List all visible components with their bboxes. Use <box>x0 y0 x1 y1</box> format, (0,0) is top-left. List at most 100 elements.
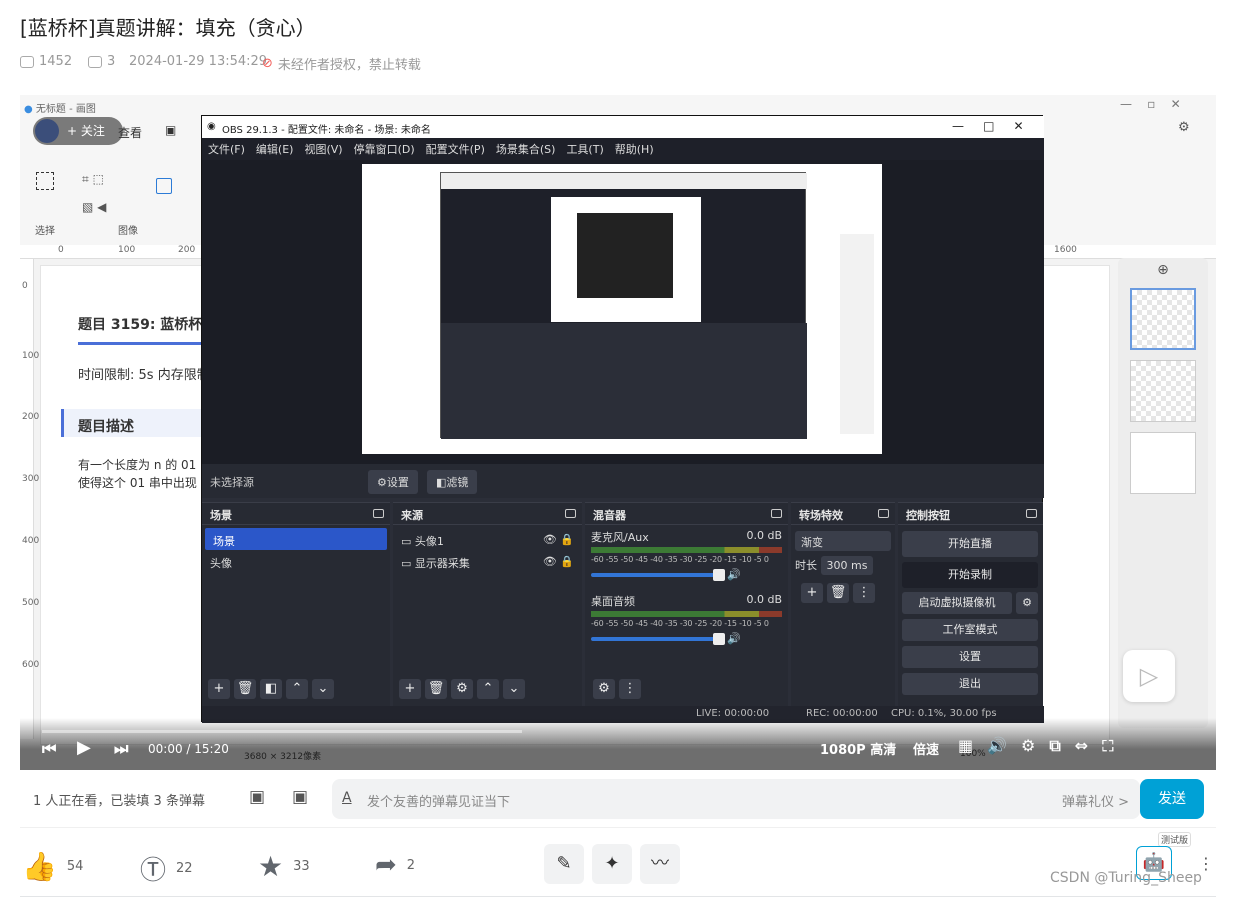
add-icon[interactable]: + <box>801 583 823 603</box>
title-underline <box>78 342 208 345</box>
obs-menu-edit[interactable]: 编辑(E) <box>256 141 294 157</box>
csdn-watermark: CSDN @Turing_Sheep <box>1050 870 1202 886</box>
share-icon: ➦ <box>375 850 397 880</box>
paint-menu-view[interactable]: 查看 <box>118 124 142 141</box>
thumbnail[interactable] <box>1130 288 1196 350</box>
preview-capture <box>362 164 882 454</box>
volume-slider[interactable] <box>591 568 725 581</box>
video-player[interactable]: ● 无标题 - 画图 — ▫ ✕ + 关注 查看 ▣ 选择 ⌗ ⬚ ▧ ◀ 图像 … <box>20 95 1216 770</box>
save-icon[interactable]: ▣ <box>165 123 176 137</box>
settings-icon[interactable]: ⚙ <box>1178 120 1190 135</box>
trash-icon[interactable]: 🗑 <box>827 583 849 603</box>
next-icon[interactable]: ⏭ <box>114 739 128 759</box>
chevron-up-icon[interactable]: ⌃ <box>477 679 499 699</box>
obs-menu-docks[interactable]: 停靠窗口(D) <box>354 141 415 157</box>
obs-menubar: 文件(F) 编辑(E) 视图(V) 停靠窗口(D) 配置文件(P) 场景集合(S… <box>202 138 1044 160</box>
thumbnail[interactable] <box>1130 432 1196 494</box>
avatar[interactable] <box>35 119 59 143</box>
image-resize-icon[interactable] <box>156 178 172 194</box>
studio-mode-button[interactable]: 工作室模式 <box>902 619 1038 641</box>
add-icon[interactable]: ⊕ <box>1118 258 1208 288</box>
chart-icon[interactable]: 〰 <box>640 844 680 884</box>
start-streaming-button[interactable]: 开始直播 <box>902 531 1038 557</box>
window-controls: — ▫ ✕ <box>1120 97 1181 111</box>
previous-icon[interactable]: ⏮ <box>42 739 56 759</box>
obs-menu-view[interactable]: 视图(V) <box>304 141 342 157</box>
chevron-down-icon[interactable]: ⌄ <box>312 679 334 699</box>
source-item[interactable]: ▭ 显示器采集 👁 🔒 <box>393 550 582 572</box>
edit-note-icon[interactable]: ✎ <box>544 844 584 884</box>
more-icon[interactable]: ⋮ <box>619 679 641 699</box>
gear-icon[interactable]: ⚙ <box>593 679 615 699</box>
obs-logo-icon: ◉ <box>207 121 216 132</box>
vertical-ruler: 0 100 200 300 400 500 600 <box>20 259 39 739</box>
favorite-button[interactable]: ★ 33 <box>258 850 310 883</box>
coin-button[interactable]: Ⓣ 22 <box>140 850 193 887</box>
chevron-down-icon[interactable]: ⌄ <box>503 679 525 699</box>
obs-window: ◉ OBS 29.1.3 - 配置文件: 未命名 - 场景: 未命名 — □ ✕… <box>201 115 1044 723</box>
add-icon[interactable]: + <box>208 679 230 699</box>
share-button[interactable]: ➦ 2 <box>375 850 415 880</box>
virtual-camera-button[interactable]: 启动虚拟摄像机 <box>902 592 1012 614</box>
speaker-icon[interactable]: 🔊 <box>727 632 741 645</box>
problem-title: 题目 3159: 蓝桥杯2 <box>78 317 213 333</box>
more-icon[interactable]: ⋮ <box>853 583 875 603</box>
player-tool-icons[interactable]: ▦🔊⚙⧉⇔⛶ <box>958 736 1127 756</box>
send-button[interactable]: 发送 <box>1140 779 1204 819</box>
duration-input[interactable]: 300 ms <box>820 556 874 575</box>
danmaku-etiquette-link[interactable]: 弹幕礼仪 > <box>1062 791 1129 810</box>
speaker-icon[interactable]: 🔊 <box>727 568 741 581</box>
danmaku-settings-icon[interactable]: ▣ <box>292 787 308 807</box>
chevron-up-icon[interactable]: ⌃ <box>286 679 308 699</box>
source-settings-button[interactable]: ⚙设置 <box>368 470 418 494</box>
time-limit: 时间限制: 5s 内存限制 <box>78 368 210 383</box>
select-icon[interactable] <box>36 172 54 190</box>
speed-button[interactable]: 倍速 <box>913 739 939 758</box>
scene-item[interactable]: 头像 <box>202 550 390 572</box>
star-icon: ★ <box>258 850 284 883</box>
obs-preview[interactable] <box>202 160 1044 464</box>
trash-icon[interactable]: 🗑 <box>234 679 256 699</box>
volume-slider[interactable] <box>591 632 725 645</box>
like-button[interactable]: 👍 54 <box>22 850 83 883</box>
paint-image-size: 3680 × 3212像素 <box>244 752 322 762</box>
play-icon[interactable]: ▶ <box>77 737 91 758</box>
publish-date: 2024-01-29 13:54:29 <box>129 54 268 69</box>
thumbs-up-icon: 👍 <box>22 850 57 883</box>
exit-button[interactable]: 退出 <box>902 673 1038 695</box>
obs-menu-tools[interactable]: 工具(T) <box>566 141 603 157</box>
obs-menu-profile[interactable]: 配置文件(P) <box>426 141 485 157</box>
obs-menu-scene-collection[interactable]: 场景集合(S) <box>496 141 556 157</box>
gear-icon[interactable]: ⚙ <box>451 679 473 699</box>
obs-window-controls[interactable]: — □ ✕ <box>952 119 1024 133</box>
desc-line-2: 使得这个 01 串中出现 <box>78 476 197 490</box>
source-filter-button[interactable]: ◧滤镜 <box>427 470 478 494</box>
nested-obs <box>440 172 807 439</box>
gear-icon[interactable]: ⚙ <box>1016 592 1038 614</box>
progress-bar[interactable] <box>42 730 522 733</box>
transition-select[interactable]: 渐变 <box>795 531 891 551</box>
obs-menu-help[interactable]: 帮助(H) <box>615 141 654 157</box>
mini-player-icon[interactable]: ▷ <box>1123 650 1175 702</box>
filter-icon[interactable]: ◧ <box>260 679 282 699</box>
forbidden-icon: ⊘ <box>262 56 273 71</box>
watching-count: 1 人正在看，已装填 3 条弹幕 <box>33 794 205 809</box>
text-style-icon[interactable]: A <box>342 790 352 806</box>
duration-row: 时长 300 ms <box>795 556 891 575</box>
start-recording-button[interactable]: 开始录制 <box>902 562 1038 588</box>
add-icon[interactable]: + <box>399 679 421 699</box>
pin-icon[interactable]: ✦ <box>592 844 632 884</box>
danmaku-bar: 1 人正在看，已装填 3 条弹幕 ▣ ▣ A 发个友善的弹幕见证当下 弹幕礼仪 … <box>20 770 1216 828</box>
thumbnail[interactable] <box>1130 360 1196 422</box>
settings-button[interactable]: 设置 <box>902 646 1038 668</box>
image-tools-icon[interactable]: ⌗ ⬚ ▧ ◀ <box>82 165 106 221</box>
trash-icon[interactable]: 🗑 <box>425 679 447 699</box>
danmaku-toggle-icon[interactable]: ▣ <box>249 787 265 807</box>
quality-button[interactable]: 1080P 高清 <box>820 739 896 758</box>
no-source-label: 未选择源 <box>210 476 254 489</box>
obs-menu-file[interactable]: 文件(F) <box>208 141 245 157</box>
danmaku-input[interactable]: A 发个友善的弹幕见证当下 弹幕礼仪 > <box>332 779 1140 819</box>
scene-item[interactable]: 场景 <box>205 528 387 550</box>
copyright-notice: ⊘ 未经作者授权，禁止转载 <box>262 56 421 73</box>
source-item[interactable]: ▭ 头像1 👁 🔒 <box>393 528 582 550</box>
